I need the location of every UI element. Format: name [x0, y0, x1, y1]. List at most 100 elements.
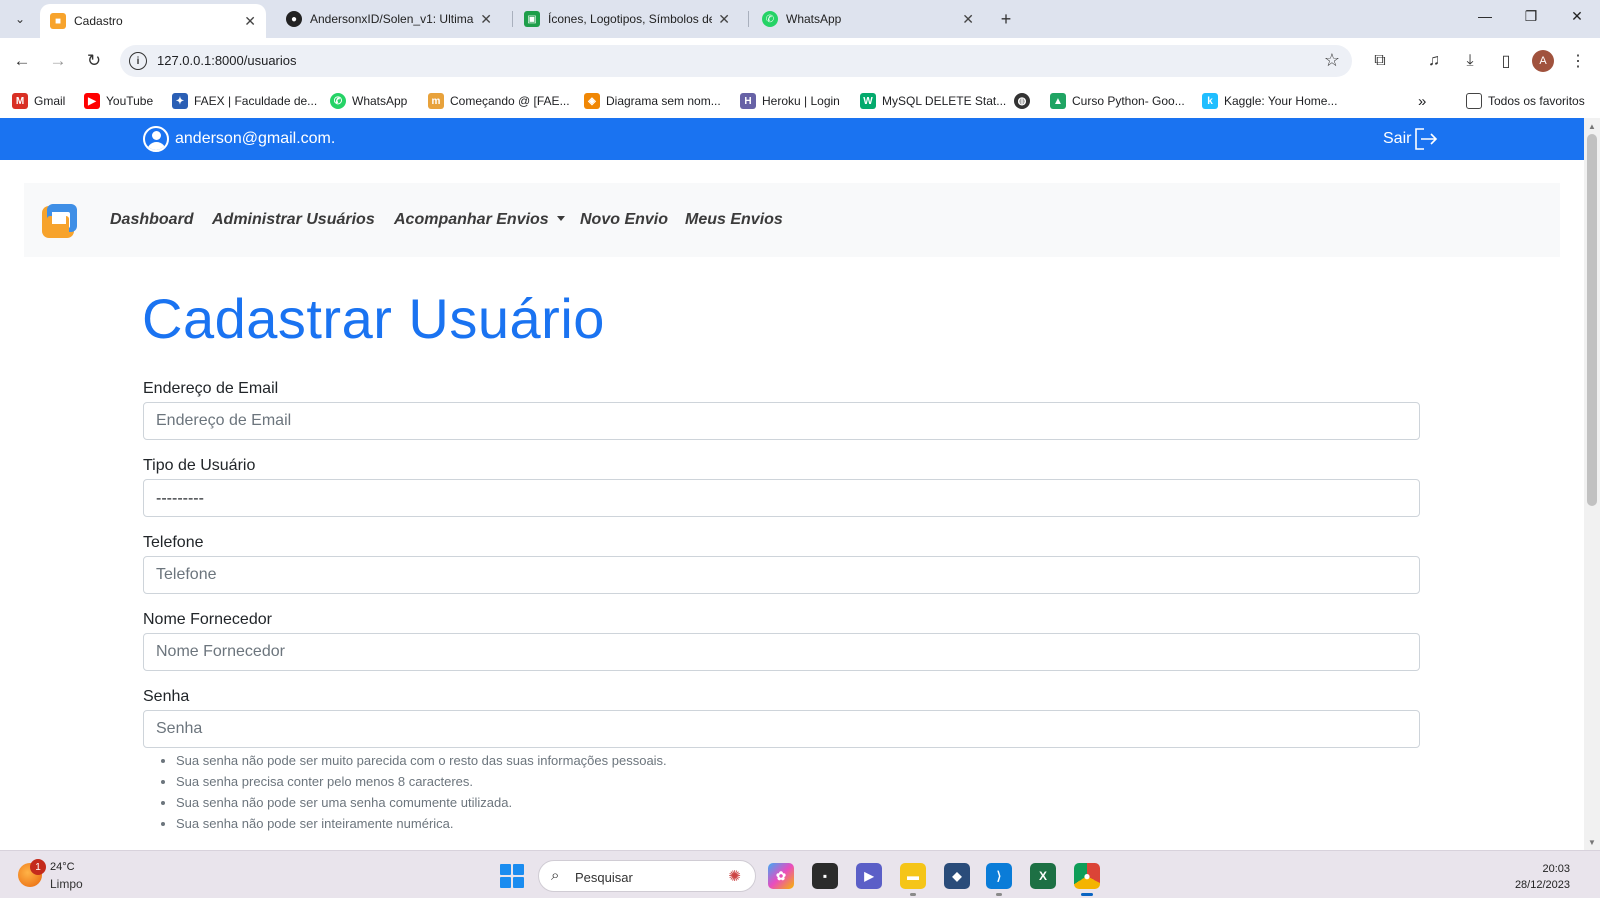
close-window-icon[interactable]: ✕ — [1562, 8, 1592, 25]
phone-label: Telefone — [143, 534, 204, 551]
weather-condition[interactable]: Limpo — [50, 877, 83, 891]
excel-icon[interactable]: X — [1030, 863, 1056, 889]
restore-icon[interactable]: ❐ — [1516, 8, 1546, 25]
chrome-menu-icon[interactable]: ⋮ — [1566, 49, 1590, 73]
nav-meus-envios[interactable]: Meus Envios — [685, 211, 783, 229]
tab-separator — [748, 11, 749, 27]
drawio-icon: ◈ — [584, 93, 600, 109]
bookmark-globe[interactable]: ◍ — [1014, 92, 1036, 110]
bookmark-heroku[interactable]: H Heroku | Login — [740, 92, 840, 110]
tab-github[interactable]: ● AndersonxID/Solen_v1: Ultima v ✕ — [276, 0, 502, 38]
chrome-icon[interactable]: ● — [1074, 863, 1100, 896]
site-info-icon[interactable]: i — [129, 52, 147, 70]
email-label: Endereço de Email — [143, 380, 279, 397]
new-tab-icon[interactable]: + — [994, 7, 1018, 31]
windows-taskbar: 1 24°C Limpo ⌕ Pesquisar ✺ ✿ ▪ ▶ ▬ ◆ ⟩ X… — [0, 850, 1600, 898]
tab-separator — [512, 11, 513, 27]
task-view-icon[interactable]: ▪ — [812, 863, 838, 889]
mysql-workbench-icon[interactable]: ◆ — [944, 863, 970, 889]
tab-icones[interactable]: ▣ Ícones, Logotipos, Símbolos de ✕ — [514, 0, 740, 38]
minimize-icon[interactable]: — — [1470, 8, 1500, 24]
bookmark-youtube[interactable]: ▶ YouTube — [84, 92, 153, 110]
close-tab-icon[interactable]: ✕ — [718, 11, 730, 28]
teams-chat-icon[interactable]: ▶ — [856, 863, 882, 889]
bookmark-faex[interactable]: ✦ FAEX | Faculdade de... — [172, 92, 317, 110]
user-email: anderson@gmail.com. — [175, 130, 336, 147]
user-type-select[interactable]: --------- — [143, 479, 1420, 517]
bookmark-curso-python[interactable]: ▲ Curso Python- Goo... — [1050, 92, 1185, 110]
nav-acompanhar-envios[interactable]: Acompanhar Envios — [394, 211, 565, 229]
browser-toolbar: ← → ↻ i 127.0.0.1:8000/usuarios ☆ ⧉ ♫ ⤓ … — [0, 38, 1600, 84]
bookmark-gmail[interactable]: M Gmail — [12, 92, 65, 110]
logout-icon[interactable] — [1413, 126, 1439, 152]
bookmark-star-icon[interactable]: ☆ — [1324, 50, 1340, 71]
address-bar[interactable]: i 127.0.0.1:8000/usuarios ☆ — [120, 45, 1352, 77]
whatsapp-icon: ✆ — [330, 93, 346, 109]
nav-administrar-usuarios[interactable]: Administrar Usuários — [212, 211, 375, 229]
copilot-icon[interactable]: ✿ — [768, 863, 794, 889]
bookmark-kaggle[interactable]: k Kaggle: Your Home... — [1202, 92, 1337, 110]
password-field[interactable] — [143, 710, 1420, 748]
close-tab-icon[interactable]: ✕ — [480, 11, 492, 28]
app-logo-icon: ■ — [50, 13, 66, 29]
moodle-icon: m — [428, 93, 444, 109]
user-header-bar: anderson@gmail.com. Sair — [0, 118, 1584, 160]
extensions-icon[interactable]: ⧉ — [1368, 49, 1392, 73]
user-type-label: Tipo de Usuário — [143, 457, 256, 474]
page-scrollbar[interactable]: ▲ ▼ — [1584, 118, 1600, 850]
w3schools-icon: W — [860, 93, 876, 109]
back-icon[interactable]: ← — [10, 49, 34, 73]
phone-field[interactable] — [143, 556, 1420, 594]
bookmark-drawio[interactable]: ◈ Diagrama sem nom... — [584, 92, 721, 110]
scrollbar-thumb[interactable] — [1587, 134, 1597, 506]
nav-novo-envio[interactable]: Novo Envio — [580, 211, 668, 229]
forward-icon[interactable]: → — [46, 49, 70, 73]
globe-icon: ◍ — [1014, 93, 1030, 109]
bookmark-mysql-delete[interactable]: W MySQL DELETE Stat... — [860, 92, 1006, 110]
google-drive-icon: ▲ — [1050, 93, 1066, 109]
weather-temperature[interactable]: 24°C — [50, 861, 75, 873]
downloads-icon[interactable]: ⤓ — [1458, 49, 1482, 73]
dropdown-caret-icon — [556, 216, 565, 221]
weather-badge: 1 — [30, 859, 46, 875]
gmail-icon: M — [12, 93, 28, 109]
media-controls-icon[interactable]: ♫ — [1422, 49, 1446, 73]
vscode-icon[interactable]: ⟩ — [986, 863, 1012, 896]
tab-search-chevron-icon[interactable]: ⌄ — [8, 7, 32, 31]
reload-icon[interactable]: ↻ — [82, 49, 106, 73]
whatsapp-icon: ✆ — [762, 11, 778, 27]
supplier-field[interactable] — [143, 633, 1420, 671]
side-panel-icon[interactable]: ▯ — [1494, 49, 1518, 73]
close-tab-icon[interactable]: ✕ — [962, 11, 974, 28]
close-tab-icon[interactable]: ✕ — [244, 13, 256, 30]
url-text[interactable]: 127.0.0.1:8000/usuarios — [157, 53, 297, 68]
supplier-label: Nome Fornecedor — [143, 611, 272, 628]
taskbar-search[interactable]: ⌕ Pesquisar ✺ — [538, 860, 756, 892]
logout-link[interactable]: Sair — [1383, 130, 1411, 148]
password-help-item: Sua senha precisa conter pelo menos 8 ca… — [176, 771, 667, 792]
file-explorer-icon[interactable]: ▬ — [900, 863, 926, 896]
more-bookmarks-icon[interactable]: » — [1418, 92, 1426, 110]
nav-dashboard[interactable]: Dashboard — [110, 211, 194, 229]
password-help-list: Sua senha não pode ser muito parecida co… — [156, 750, 667, 834]
bookmarks-bar: M Gmail ▶ YouTube ✦ FAEX | Faculdade de.… — [0, 84, 1600, 118]
user-avatar-icon — [143, 126, 169, 152]
browser-tab-strip: ⌄ ■ Cadastro ✕ ● AndersonxID/Solen_v1: U… — [0, 0, 1600, 38]
app-logo-icon[interactable] — [41, 202, 79, 240]
github-icon: ● — [286, 11, 302, 27]
windows-start-icon[interactable] — [500, 864, 524, 888]
system-clock[interactable]: 20:03 28/12/2023 — [1515, 861, 1570, 893]
scroll-up-arrow-icon[interactable]: ▲ — [1584, 118, 1600, 134]
scroll-down-arrow-icon[interactable]: ▼ — [1584, 834, 1600, 850]
bookmark-moodle[interactable]: m Começando @ [FAE... — [428, 92, 570, 110]
tab-whatsapp[interactable]: ✆ WhatsApp ✕ — [752, 0, 984, 38]
email-field[interactable] — [143, 402, 1420, 440]
main-navbar: Dashboard Administrar Usuários Acompanha… — [24, 183, 1560, 257]
password-help-item: Sua senha não pode ser muito parecida co… — [176, 750, 667, 771]
profile-avatar[interactable]: A — [1532, 50, 1554, 72]
kaggle-icon: k — [1202, 93, 1218, 109]
bookmark-whatsapp[interactable]: ✆ WhatsApp — [330, 92, 407, 110]
page-title: Cadastrar Usuário — [142, 287, 605, 350]
all-bookmarks-folder[interactable]: Todos os favoritos — [1466, 92, 1585, 110]
tab-cadastro[interactable]: ■ Cadastro ✕ — [40, 4, 266, 38]
